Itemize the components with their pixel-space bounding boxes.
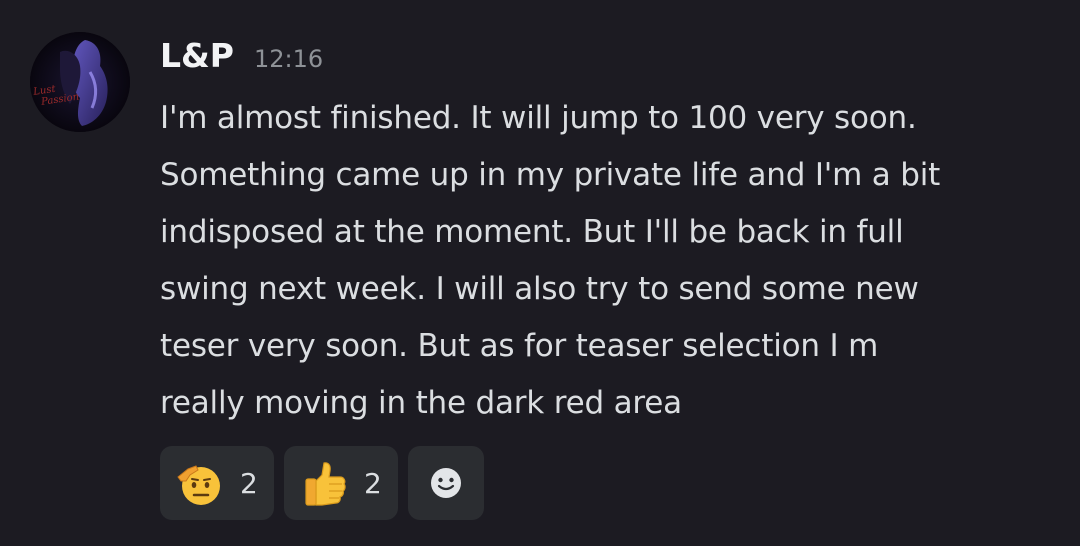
message-header: L&P 12:16: [160, 36, 323, 86]
reactions-bar: 2 2: [160, 446, 484, 520]
add-reaction-icon: [431, 468, 461, 498]
message-avatar[interactable]: Lust Passion: [30, 32, 130, 132]
avatar-image: [30, 32, 130, 132]
message-line: Something came up in my private life and…: [160, 157, 941, 193]
message-line: swing next week. I will also try to send…: [160, 271, 919, 307]
message-line: indisposed at the moment. But I'll be ba…: [160, 214, 904, 250]
reaction-thumbs-up[interactable]: 2: [284, 446, 398, 520]
saluting-face-icon: [177, 465, 220, 505]
author-name[interactable]: L&P: [160, 36, 234, 75]
message-line: really moving in the dark red area: [160, 385, 682, 421]
message-timestamp: 12:16: [254, 45, 324, 73]
reaction-saluting-face[interactable]: 2: [160, 446, 274, 520]
thumbs-up-icon: [305, 462, 346, 506]
reaction-count: 2: [240, 466, 258, 500]
message-line: teser very soon. But as for teaser selec…: [160, 328, 879, 364]
message-line: I'm almost finished. It will jump to 100…: [160, 100, 917, 136]
add-reaction-button[interactable]: [408, 446, 484, 520]
message-content: I'm almost finished. It will jump to 100…: [160, 90, 1040, 432]
reaction-count: 2: [364, 466, 382, 500]
